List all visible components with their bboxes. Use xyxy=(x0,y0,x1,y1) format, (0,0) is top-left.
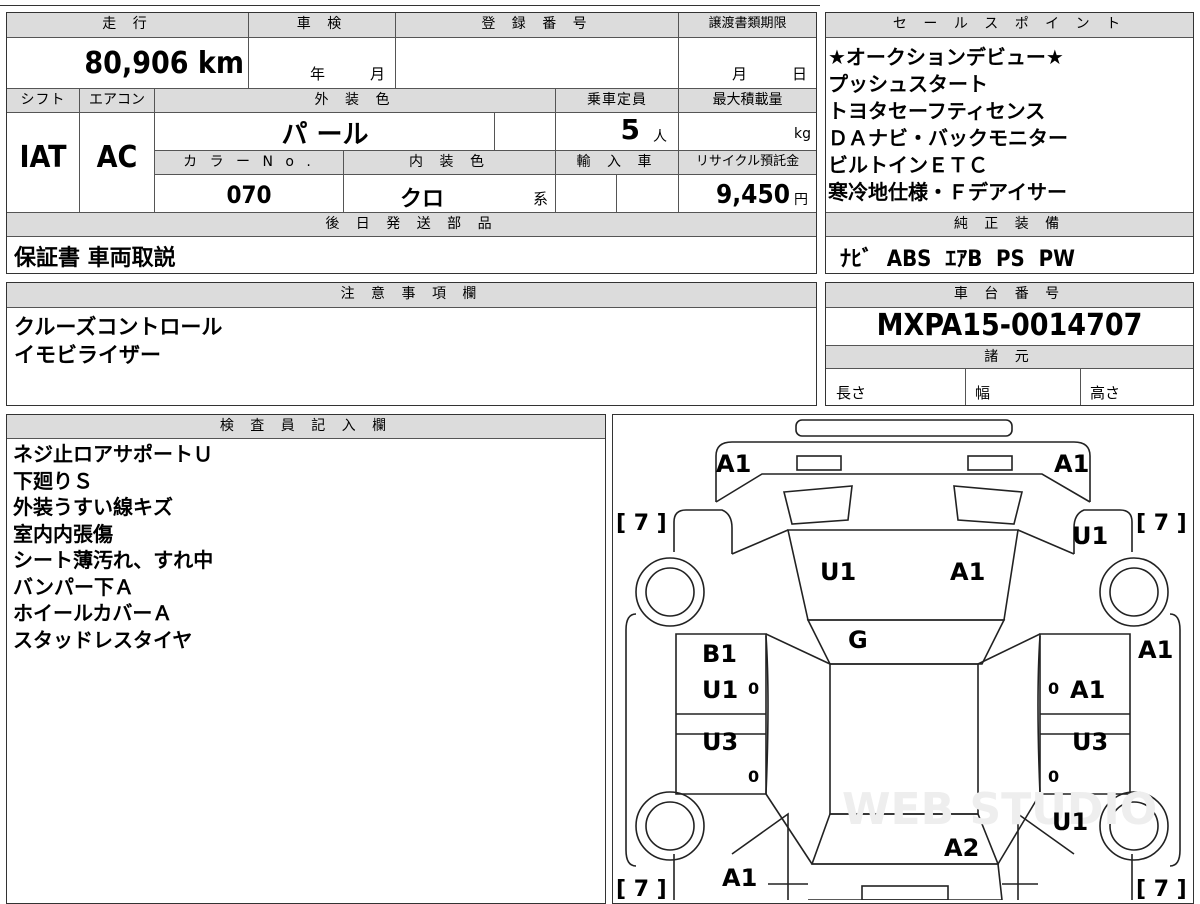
inspector-notes-text: ネジ止ロアサポートＵ 下廻りＳ 外装うすい線キズ 室内内張傷 シート薄汚れ、すれ… xyxy=(13,442,214,652)
later-parts-header: 後 日 発 送 部 品 xyxy=(7,213,816,236)
zero-left-front: 0 xyxy=(748,679,759,698)
color-no-value: 070 xyxy=(226,181,272,209)
interior-color-header: 内 装 色 xyxy=(344,151,555,174)
tire-label-rear-left: [ 7 ] xyxy=(616,877,667,900)
exterior-color-header: 外 装 色 xyxy=(155,89,555,112)
notes-text: クルーズコントロール イモビライザー xyxy=(14,315,223,367)
mark-trunk: A2 xyxy=(944,834,979,862)
car-damage-diagram: WEB STUDIO A1 A1 U1 A1 U1 G B1 U1 U3 A1 … xyxy=(616,419,1187,900)
mark-front-right: A1 xyxy=(1054,450,1089,478)
mark-right-pillar: A1 xyxy=(1138,636,1173,664)
diagram-watermark: WEB STUDIO xyxy=(842,784,1157,835)
capacity-unit: 人 xyxy=(653,129,667,145)
transfer-deadline-header: 譲渡書類期限 xyxy=(679,13,816,37)
color-no-header: カ ラ ー N o . xyxy=(155,151,343,174)
import-header: 輸 入 車 xyxy=(556,151,678,174)
exterior-color-value: パ ール xyxy=(281,120,369,150)
mark-left-door-front-1: B1 xyxy=(702,640,737,668)
mark-right-door-rear: U3 xyxy=(1072,728,1108,756)
max-load-header: 最大積載量 xyxy=(679,89,816,112)
interior-color-value: クロ xyxy=(400,187,445,212)
deadline-day-unit: 日 xyxy=(792,65,808,83)
tire-label-front-left: [ 7 ] xyxy=(616,511,667,536)
zero-right-front: 0 xyxy=(1048,679,1059,698)
zero-left-rear: 0 xyxy=(748,767,759,786)
tire-label-front-right: [ 7 ] xyxy=(1136,511,1187,536)
recycle-header: リサイクル預託金 xyxy=(679,151,816,174)
mark-right-door-front: A1 xyxy=(1070,676,1105,704)
deadline-month-unit: 月 xyxy=(732,65,748,83)
recycle-value: 9,450 xyxy=(716,180,790,210)
capacity-header: 乗車定員 xyxy=(556,89,678,112)
mileage-value: 80,906 km xyxy=(84,46,244,81)
sales-points-text: ★オークションデビュー★ プッシュスタート トヨタセーフティセンス ＤＡナビ・バ… xyxy=(828,45,1068,204)
spec-width-label: 幅 xyxy=(975,384,991,402)
mark-left-door-rear: U3 xyxy=(702,728,738,756)
interior-color-suffix: 系 xyxy=(533,190,549,208)
specs-header: 諸 元 xyxy=(826,346,1193,368)
mark-rear-left: A1 xyxy=(722,864,757,892)
inspection-header: 車 検 xyxy=(249,13,395,37)
mark-hood-right: A1 xyxy=(950,558,985,586)
top-edge-strip xyxy=(0,0,820,6)
chassis-number: MXPA15-0014707 xyxy=(876,308,1143,343)
mark-fender-right: U1 xyxy=(1072,522,1108,550)
recycle-unit: 円 xyxy=(794,192,808,208)
shift-value: IAT xyxy=(19,140,67,175)
inspection-year-unit: 年 xyxy=(310,65,326,83)
spec-length-label: 長さ xyxy=(836,384,867,402)
chassis-header: 車 台 番 号 xyxy=(826,283,1193,307)
inspector-header: 検 査 員 記 入 欄 xyxy=(7,415,605,438)
spec-height-label: 高さ xyxy=(1090,384,1121,402)
mark-left-door-front-2: U1 xyxy=(702,676,738,704)
capacity-value: 5 xyxy=(620,113,640,146)
mark-windshield: G xyxy=(848,626,868,654)
mark-hood-left: U1 xyxy=(820,558,856,586)
aircon-value: AC xyxy=(96,140,138,175)
shift-header: シフト xyxy=(7,89,79,112)
mark-rear-right: U1 xyxy=(1052,808,1088,836)
mark-front-left: A1 xyxy=(716,450,751,478)
genuine-equipment-value: ﾅﾋﾞ ABS ｴｱB PS PW xyxy=(840,247,1075,272)
registration-header: 登 録 番 号 xyxy=(396,13,678,37)
aircon-header: エアコン xyxy=(80,89,154,112)
sales-points-header: セ ー ル ス ポ イ ン ト xyxy=(826,13,1193,37)
mileage-header: 走 行 xyxy=(7,13,248,37)
genuine-equipment-header: 純 正 装 備 xyxy=(826,213,1193,236)
inspection-month-unit: 月 xyxy=(370,65,386,83)
max-load-unit: kg xyxy=(794,126,811,142)
notes-header: 注 意 事 項 欄 xyxy=(7,283,816,307)
later-parts-value: 保証書 車両取説 xyxy=(14,246,176,271)
zero-right-rear: 0 xyxy=(1048,767,1059,786)
tire-label-rear-right: [ 7 ] xyxy=(1136,877,1187,900)
